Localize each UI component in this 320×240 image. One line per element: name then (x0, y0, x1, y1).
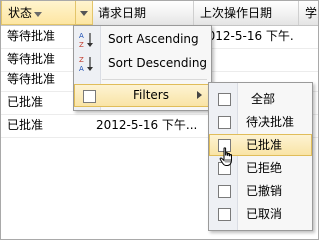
hand-cursor-icon (219, 147, 232, 166)
sort-descending-item[interactable]: Z A Sort Descending (74, 52, 211, 75)
svg-text:A: A (79, 65, 84, 72)
column-header-label: 状态 (8, 6, 33, 20)
grid-panel: 状态 请求日期 上次操作日期 学员 等待批准 2012-5-16 下午... 等… (0, 0, 319, 240)
column-header-last-action-date[interactable]: 上次操作日期 (194, 1, 299, 25)
sort-indicator-icon (34, 12, 42, 17)
column-menu: A Z Sort Ascending Z A Sort Descending F… (73, 25, 212, 111)
filters-item[interactable]: Filters (74, 84, 211, 107)
filters-label: Filters (133, 88, 169, 102)
filter-item-all[interactable]: 全部 (209, 88, 312, 110)
column-header-label: 上次操作日期 (200, 6, 273, 20)
filter-checkbox[interactable] (218, 185, 231, 198)
filter-label: 全部 (251, 92, 276, 106)
filter-label: 已批准 (246, 138, 283, 152)
column-header-request-date[interactable]: 请求日期 (92, 1, 194, 25)
sort-descending-label: Sort Descending (108, 56, 208, 70)
filter-label: 已拒绝 (246, 161, 283, 175)
svg-text:Z: Z (79, 41, 84, 48)
filter-label: 已取消 (246, 207, 283, 221)
submenu-arrow-icon (197, 91, 202, 99)
menu-separator (102, 79, 207, 80)
svg-text:A: A (79, 32, 84, 40)
filters-checkbox[interactable] (83, 90, 96, 103)
filter-item-cancelled[interactable]: 已取消 (209, 203, 312, 225)
filter-checkbox[interactable] (218, 208, 231, 221)
sort-descending-icon: Z A (79, 56, 93, 72)
column-header-status[interactable]: 状态 (1, 1, 93, 25)
column-menu-dropdown-icon[interactable] (75, 1, 92, 24)
sort-ascending-item[interactable]: A Z Sort Ascending (74, 28, 211, 51)
filter-checkbox[interactable] (218, 93, 231, 106)
cell-request-date: 2012-5-16 下午... (96, 118, 198, 132)
svg-text:Z: Z (79, 56, 84, 64)
column-header-student[interactable]: 学员 (299, 1, 318, 25)
cell-status: 已批准 (7, 118, 44, 132)
filter-item-withdrawn[interactable]: 已撤销 (209, 180, 312, 202)
column-header-label: 学员 (305, 6, 318, 20)
filter-label: 已撤销 (246, 184, 283, 198)
sort-ascending-icon: A Z (79, 32, 93, 48)
filter-label: 待决批准 (246, 115, 295, 129)
grid-header: 状态 请求日期 上次操作日期 学员 (1, 1, 318, 26)
filter-checkbox[interactable] (218, 116, 231, 129)
sort-ascending-label: Sort Ascending (108, 32, 199, 46)
filter-item-pending[interactable]: 待决批准 (209, 111, 312, 133)
column-header-label: 请求日期 (98, 6, 147, 20)
